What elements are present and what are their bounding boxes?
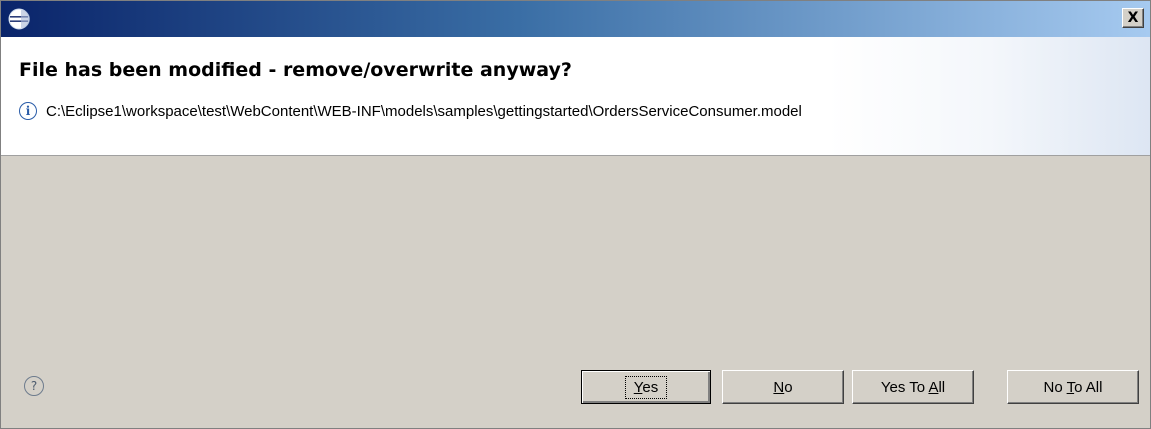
yes-button-label: Yes (624, 375, 668, 399)
no-button-label: No (773, 378, 793, 396)
info-icon: i (19, 102, 37, 120)
no-to-all-button-label: No To All (1043, 378, 1103, 396)
no-to-all-button[interactable]: No To All (1007, 370, 1139, 404)
yes-to-all-button-label: Yes To All (880, 378, 946, 396)
help-icon[interactable]: ? (24, 376, 44, 396)
no-button[interactable]: No (722, 370, 844, 404)
close-button[interactable]: X (1122, 8, 1144, 28)
yes-to-all-button[interactable]: Yes To All (852, 370, 974, 404)
eclipse-icon (8, 8, 30, 30)
dialog-window: X File has been modified - remove/overwr… (0, 0, 1151, 429)
yes-button[interactable]: Yes (581, 370, 711, 404)
close-icon: X (1127, 10, 1139, 26)
dialog-header: File has been modified - remove/overwrit… (1, 37, 1150, 156)
dialog-heading: File has been modified - remove/overwrit… (19, 59, 572, 81)
message-row: i C:\Eclipse1\workspace\test\WebContent\… (19, 99, 802, 123)
title-bar[interactable]: X (1, 1, 1150, 37)
file-path-message: C:\Eclipse1\workspace\test\WebContent\WE… (46, 102, 802, 120)
